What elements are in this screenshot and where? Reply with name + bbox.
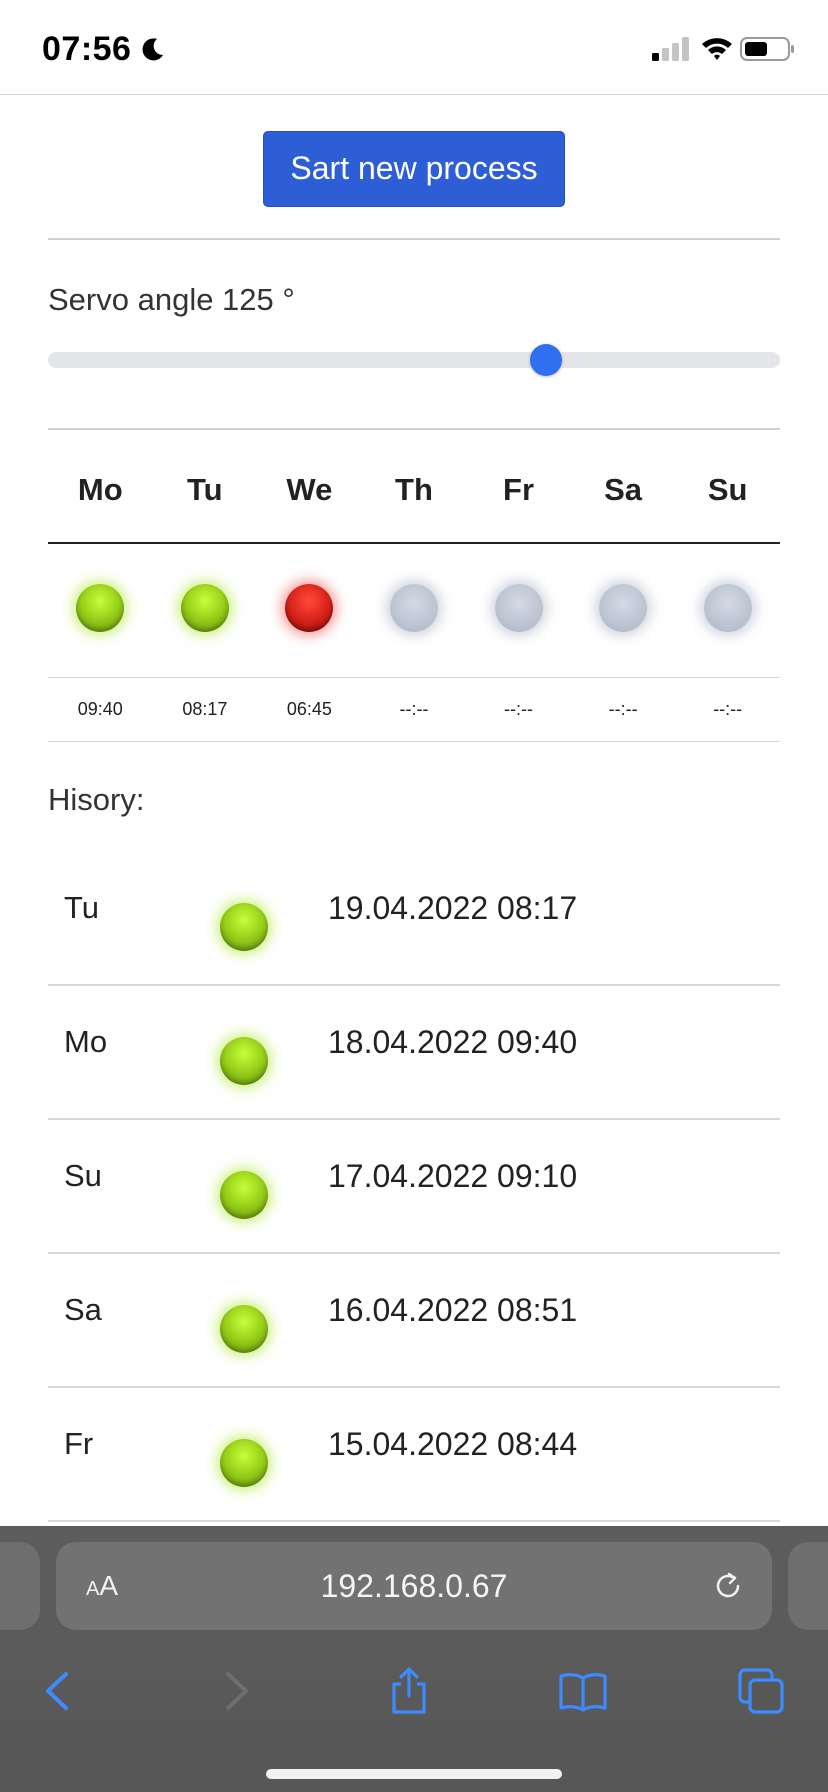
weekday-header: We xyxy=(257,430,362,544)
main-content: Sart new process Servo angle 125 ° Mo Tu W… xyxy=(48,95,780,1522)
status-bar: 07:56 xyxy=(0,0,828,95)
history-day: Sa xyxy=(64,1291,102,1327)
status-led-icon xyxy=(494,583,543,632)
status-led-icon xyxy=(220,1170,268,1219)
battery-icon xyxy=(740,37,794,61)
servo-slider-track[interactable] xyxy=(48,352,780,368)
history-row: Mo 18.04.2022 09:40 xyxy=(48,986,780,1120)
weekday-time: --:-- xyxy=(361,677,467,742)
status-led-icon xyxy=(180,583,229,632)
next-tab-edge[interactable] xyxy=(788,1542,828,1630)
weekday-time: --:-- xyxy=(570,677,676,742)
action-bar: Sart new process xyxy=(48,95,780,240)
bookmarks-icon[interactable] xyxy=(558,1666,608,1716)
status-led-icon xyxy=(220,1304,268,1353)
history-datetime: 18.04.2022 09:40 xyxy=(328,1023,578,1060)
history-day: Su xyxy=(64,1157,102,1193)
home-indicator[interactable] xyxy=(266,1769,562,1779)
weekday-header: Fr xyxy=(466,430,571,544)
back-icon[interactable] xyxy=(34,1666,84,1716)
previous-tab-edge[interactable] xyxy=(0,1542,40,1630)
servo-section: Servo angle 125 ° xyxy=(48,240,780,430)
weekday-status-cell xyxy=(466,543,571,678)
status-led-icon xyxy=(220,1036,268,1085)
history-datetime: 19.04.2022 08:17 xyxy=(328,889,578,926)
weekday-time: --:-- xyxy=(675,677,780,742)
history-day: Tu xyxy=(64,889,100,925)
history-row: Fr 15.04.2022 08:44 xyxy=(48,1388,780,1522)
status-led-icon xyxy=(220,1438,268,1487)
status-time: 07:56 xyxy=(42,30,132,68)
weekday-header: Tu xyxy=(152,430,258,544)
weekday-time: 08:17 xyxy=(152,677,258,742)
history-list: Tu 19.04.2022 08:17 Mo 18.04.2022 09:40 Su 17… xyxy=(48,852,780,1522)
browser-toolbar: AA 192.168.0.67 xyxy=(0,1526,828,1792)
servo-angle-label: Servo angle 125 ° xyxy=(48,282,295,317)
moon-icon xyxy=(142,38,163,61)
weekday-header: Su xyxy=(675,430,780,544)
weekday-header: Th xyxy=(361,430,467,544)
status-led-icon xyxy=(285,583,334,632)
weekday-time: 06:45 xyxy=(257,677,362,742)
forward-icon[interactable] xyxy=(210,1666,260,1716)
status-led-icon xyxy=(599,583,648,632)
start-new-process-button[interactable]: Sart new process xyxy=(263,130,565,207)
weekly-status-table: Mo Tu We Th Fr Sa Su 09:40 08:17 06:45 --:-- --:--… xyxy=(48,430,780,742)
status-led-icon xyxy=(220,902,268,951)
history-row: Su 17.04.2022 09:10 xyxy=(48,1120,780,1254)
weekday-header: Mo xyxy=(48,430,153,544)
status-led-icon xyxy=(76,583,125,632)
weekday-header: Sa xyxy=(570,430,676,544)
weekday-time: 09:40 xyxy=(48,677,153,742)
status-led-icon xyxy=(389,583,438,632)
url-text[interactable]: 192.168.0.67 xyxy=(56,1568,772,1605)
reload-icon[interactable] xyxy=(710,1568,746,1604)
status-led-icon xyxy=(703,583,752,632)
history-row: Sa 16.04.2022 08:51 xyxy=(48,1254,780,1388)
share-icon[interactable] xyxy=(384,1666,434,1716)
history-row: Tu 19.04.2022 08:17 xyxy=(48,852,780,986)
history-day: Fr xyxy=(64,1425,94,1461)
weekday-status-cell xyxy=(48,543,153,678)
tabs-icon[interactable] xyxy=(736,1666,786,1716)
weekday-status-cell xyxy=(361,543,467,678)
history-datetime: 17.04.2022 09:10 xyxy=(328,1157,578,1194)
cellular-signal-icon xyxy=(652,37,689,61)
history-title: Hisory: xyxy=(48,781,145,817)
weekday-time: --:-- xyxy=(466,677,571,742)
history-datetime: 15.04.2022 08:44 xyxy=(328,1425,578,1462)
weekday-status-cell xyxy=(675,543,780,678)
weekday-status-cell xyxy=(570,543,676,678)
servo-slider-thumb[interactable] xyxy=(530,344,563,376)
history-datetime: 16.04.2022 08:51 xyxy=(328,1291,578,1328)
address-bar[interactable]: AA 192.168.0.67 xyxy=(56,1542,772,1630)
weekday-status-cell xyxy=(152,543,258,678)
wifi-icon xyxy=(702,38,732,60)
weekday-status-cell xyxy=(257,543,362,678)
history-day: Mo xyxy=(64,1023,108,1059)
